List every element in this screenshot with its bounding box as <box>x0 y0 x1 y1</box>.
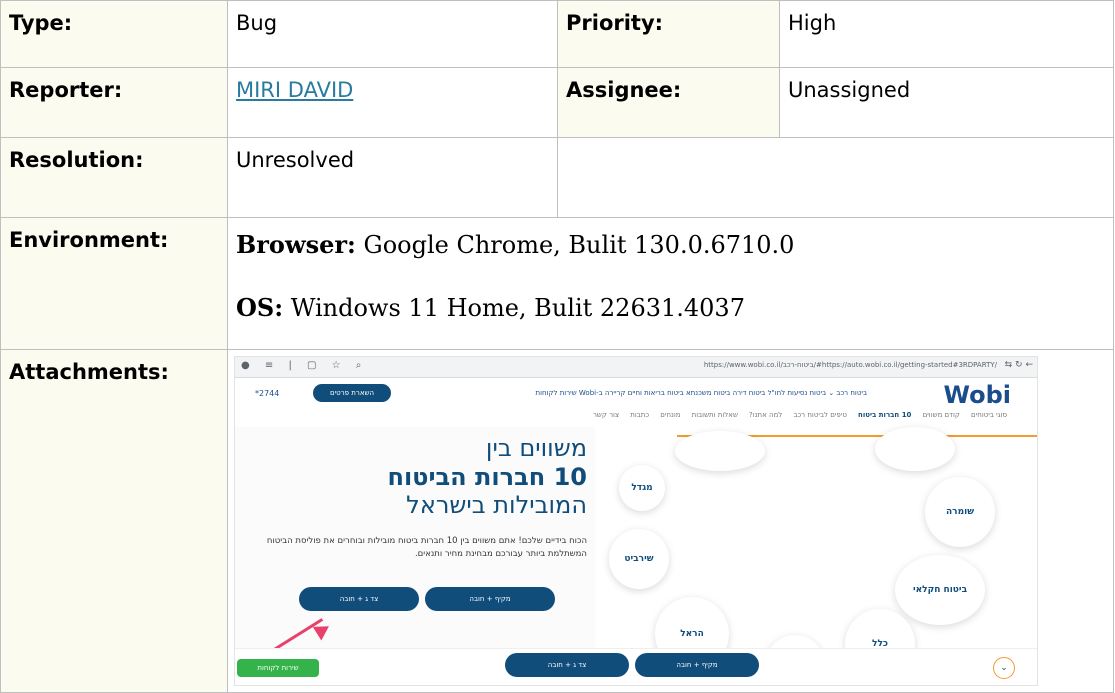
subnav-item: שאלות ותשובות <box>691 411 738 419</box>
browser-toolbar-icons: ● ≡ | ▢ ☆ ⌕ <box>241 360 368 371</box>
browser-url: https://www.wobi.co.il/ביטוח-רכב/#https:… <box>703 361 997 369</box>
resolution-value: Unresolved <box>227 137 558 218</box>
attachments-value: ● ≡ | ▢ ☆ ⌕ https://www.wobi.co.il/ביטוח… <box>227 349 1114 693</box>
chevron-down-icon: ⌄ <box>993 657 1015 679</box>
insurer-bubble <box>675 431 765 471</box>
subnav-item: כתבות <box>630 411 650 419</box>
env-browser-value: Google Chrome, Bulit 130.0.6710.0 <box>355 231 795 259</box>
hero-section: משווים בין 10 חברות הביטוח המובילות בישר… <box>235 427 595 685</box>
insurer-migdal: מגדל <box>619 465 665 511</box>
subnav-item-active: 10 חברות ביטוח <box>858 411 912 419</box>
assignee-value: Unassigned <box>779 67 1114 138</box>
priority-value: High <box>779 0 1114 68</box>
subnav-item: קודם משווים <box>922 411 960 419</box>
subnav-item: צור קשר <box>592 411 620 419</box>
wobi-logo: Wobi <box>943 381 1011 409</box>
environment-value: Browser: Google Chrome, Bulit 130.0.6710… <box>227 217 1114 350</box>
type-value: Bug <box>227 0 558 68</box>
env-os-value: Windows 11 Home, Bulit 22631.4037 <box>283 294 745 322</box>
priority-label: Priority: <box>557 0 780 68</box>
browser-toolbar: ● ≡ | ▢ ☆ ⌕ https://www.wobi.co.il/ביטוח… <box>235 357 1037 378</box>
subnav-item: טיפים לביטוח רכב <box>793 411 847 419</box>
hero-line-1: משווים בין <box>485 434 587 462</box>
env-os-line: OS: Windows 11 Home, Bulit 22631.4037 <box>236 293 1113 322</box>
comprehensive-button: מקיף + חובה <box>425 587 555 611</box>
attachment-screenshot[interactable]: ● ≡ | ▢ ☆ ⌕ https://www.wobi.co.il/ביטוח… <box>234 356 1038 686</box>
reporter-link[interactable]: MIRI DAVID <box>236 78 353 102</box>
site-header: Wobi ביטוח רכב ⌄ ביטוח נסיעות לחו"ל ביטו… <box>235 379 1037 409</box>
site-subnav: סוגי ביטוחים קודם משווים 10 חברות ביטוח … <box>235 411 1037 427</box>
bottom-third-party-button: צד ג + חובה <box>505 653 629 677</box>
hero-line-2: 10 חברות הביטוח <box>387 463 587 491</box>
insurer-bituach-haklai: ביטוח חקלאי <box>895 555 985 625</box>
browser-nav-icons: ⇆ ↻ ← <box>1004 360 1033 370</box>
issue-details-table: Type: Bug Priority: High Reporter: MIRI … <box>0 0 1114 693</box>
whatsapp-button: שירות לקוחות <box>237 659 319 677</box>
insurer-shomera: שומרה <box>925 477 995 547</box>
hero-paragraph: הכוח בידיים שלכם! אתם משווים בין 10 חברו… <box>266 536 587 559</box>
type-label: Type: <box>0 0 228 68</box>
leave-details-button: השארת פרטים <box>313 384 391 402</box>
subnav-item: מונחים <box>660 411 681 419</box>
env-browser-line: Browser: Google Chrome, Bulit 130.0.6710… <box>236 230 1113 259</box>
env-os-key: OS: <box>236 293 284 322</box>
assignee-label: Assignee: <box>557 67 780 138</box>
reporter-label: Reporter: <box>0 67 228 138</box>
attachments-label: Attachments: <box>0 349 228 693</box>
subnav-item: סוגי ביטוחים <box>971 411 1007 419</box>
empty-cell <box>557 137 1114 218</box>
third-party-button: צד ג + חובה <box>299 587 419 611</box>
phone-number: *2744 <box>255 389 280 398</box>
bottom-comprehensive-button: מקיף + חובה <box>635 653 759 677</box>
hero-line-3: המובילות בישראל <box>406 491 587 519</box>
site-menu: ביטוח רכב ⌄ ביטוח נסיעות לחו"ל ביטוח דיר… <box>535 389 867 397</box>
sticky-bottom-bar: שירות לקוחות צד ג + חובה מקיף + חובה ⌄ <box>235 648 1037 685</box>
env-browser-key: Browser: <box>236 230 356 259</box>
resolution-label: Resolution: <box>0 137 228 218</box>
insurer-bubble <box>875 427 955 471</box>
insurer-shirbit: שירביט <box>609 529 669 589</box>
environment-label: Environment: <box>0 217 228 350</box>
subnav-item: למה אתנו? <box>749 411 783 419</box>
